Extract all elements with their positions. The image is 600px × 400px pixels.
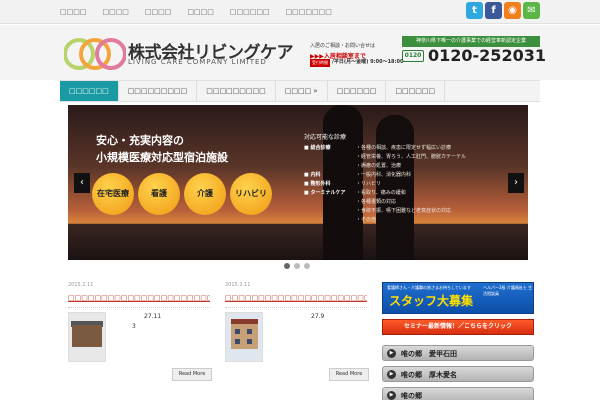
- slider-dot[interactable]: [294, 263, 300, 269]
- read-more-button[interactable]: Read More: [329, 368, 369, 381]
- nav-item[interactable]: □□□□□□: [386, 81, 446, 101]
- facility-label: 唯の郷 厚木愛名: [401, 371, 457, 379]
- arrow-right-icon: ▶: [387, 391, 396, 400]
- slider-pagination: [284, 263, 314, 269]
- hero-slider[interactable]: 安心・充実内容の 小規模医療対応型宿泊施設 在宅医療 看護 介護 リハビリ ‹ …: [68, 105, 528, 260]
- phone-number[interactable]: 0120-252031: [428, 46, 546, 65]
- staff-recruit-title: スタッフ大募集: [389, 294, 474, 308]
- post-title-link[interactable]: □□□□□□□□□□□□□□□□□□□□□□□□□□□□□□: [225, 294, 367, 302]
- facility-label: 唯の郷: [401, 392, 422, 400]
- nav-item[interactable]: □□□□□□□□□: [119, 81, 198, 101]
- service-row: ・食欲不振、嚥下困難など老衰症状の対応: [356, 208, 452, 214]
- service-circle-rehab: リハビリ: [230, 173, 272, 215]
- freedial-icon: 0120: [402, 50, 424, 62]
- service-circle-home-medical: 在宅医療: [92, 173, 134, 215]
- post-thumbnail[interactable]: [68, 312, 106, 362]
- slider-prev-icon[interactable]: ‹: [74, 173, 90, 193]
- post-excerpt: 27.9: [311, 313, 325, 320]
- read-more-button[interactable]: Read More: [172, 368, 212, 381]
- service-row: ・各種書類の対応: [356, 199, 397, 205]
- top-nav-item[interactable]: □□□□: [145, 0, 171, 24]
- services-title: 対応可能な診療: [304, 134, 347, 141]
- contact-note: 入居のご相談・お問い合せは: [310, 43, 376, 49]
- nav-item[interactable]: □□□□□□□□□: [197, 81, 276, 101]
- post-date: 2015.2.11: [225, 282, 251, 288]
- business-hours: /平日(月〜金曜) 9:00〜18:00: [332, 59, 404, 65]
- facility-button[interactable]: ▶ 唯の郷 厚木愛名: [382, 366, 534, 382]
- top-nav-item[interactable]: □□□□: [60, 0, 86, 24]
- top-nav-item[interactable]: □□□□□□□: [286, 0, 332, 24]
- news-post: 2015.2.11 □□□□□□□□□□□□□□□□□□□□□□□□□□□□□□…: [68, 282, 212, 400]
- post-title-link[interactable]: □□□□□□□□□□□□□□□□□□□□□□□□□□□□□□: [68, 294, 210, 302]
- service-row: ・その他: [356, 217, 377, 223]
- service-row: ■ 総合診療 ・各種の相談、疾患に限定せず幅広い診療: [304, 145, 452, 151]
- service-row: ・経管栄養、胃ろう、人工肛門、膀胱カテーテル: [356, 154, 467, 160]
- slider-next-icon[interactable]: ›: [508, 173, 524, 193]
- facility-button[interactable]: ▶ 唯の郷: [382, 387, 534, 400]
- post-date: 2015.2.11: [68, 282, 94, 288]
- nav-item-dropdown[interactable]: □□□□ »: [276, 81, 328, 101]
- nav-item-home[interactable]: □□□□□□: [60, 81, 119, 101]
- service-row: ・褥瘡の処置、治療: [356, 163, 402, 169]
- twitter-icon[interactable]: t: [466, 2, 483, 19]
- rss-icon[interactable]: ◉: [504, 2, 521, 19]
- top-nav: □□□□ □□□□ □□□□ □□□□ □□□□□□ □□□□□□□: [60, 0, 348, 24]
- arrow-right-icon: ▶: [387, 349, 396, 358]
- top-nav-item[interactable]: □□□□: [187, 0, 213, 24]
- service-circle-nursing: 看護: [138, 173, 180, 215]
- arrow-right-icon: ▶: [387, 370, 396, 379]
- divider: [68, 307, 210, 308]
- staff-recruit-banner[interactable]: 看護師さん・介護職の皆さまお待ちしています スタッフ大募集 ヘルパー2級 介護福…: [382, 282, 534, 314]
- news-post: 2015.2.11 □□□□□□□□□□□□□□□□□□□□□□□□□□□□□□…: [225, 282, 369, 400]
- top-nav-item[interactable]: □□□□□□: [230, 0, 270, 24]
- slider-dot[interactable]: [284, 263, 290, 269]
- mail-icon[interactable]: ✉: [523, 2, 540, 19]
- slider-dot[interactable]: [304, 263, 310, 269]
- logo-english: LIVING CARE COMPANY LIMITED: [128, 58, 267, 66]
- service-circle-care: 介護: [184, 173, 226, 215]
- hours-tag: 受付時間: [310, 59, 330, 67]
- service-row: ■ ターミナルケア ・看取り、痛みの緩和: [304, 190, 406, 196]
- divider: [225, 307, 367, 308]
- post-thumbnail[interactable]: [225, 312, 263, 362]
- nav-item[interactable]: □□□□□□: [328, 81, 387, 101]
- slider-subtitle: 小規模医療対応型宿泊施設: [96, 151, 228, 164]
- facility-button[interactable]: ▶ 唯の郷 愛甲石田: [382, 345, 534, 361]
- slider-title: 安心・充実内容の: [96, 134, 184, 147]
- service-row: ■ 内科 ・一般内科、消化器内科: [304, 172, 412, 178]
- logo-mark-icon[interactable]: [64, 36, 126, 72]
- seminar-banner[interactable]: セミナー最新情報！／こちらをクリック: [382, 319, 534, 335]
- sea-background: [68, 224, 528, 260]
- facility-label: 唯の郷 愛甲石田: [401, 350, 457, 358]
- facebook-icon[interactable]: f: [485, 2, 502, 19]
- post-excerpt: 27.11 3: [132, 313, 162, 330]
- services-list: 対応可能な診療 ■ 総合診療 ・各種の相談、疾患に限定せず幅広い診療 ・経管栄養、…: [304, 132, 467, 225]
- service-row: ■ 整形外科 ・リハビリ: [304, 181, 382, 187]
- main-nav: □□□□□□ □□□□□□□□□ □□□□□□□□□ □□□□ » □□□□□□…: [60, 80, 540, 102]
- top-nav-item[interactable]: □□□□: [102, 0, 128, 24]
